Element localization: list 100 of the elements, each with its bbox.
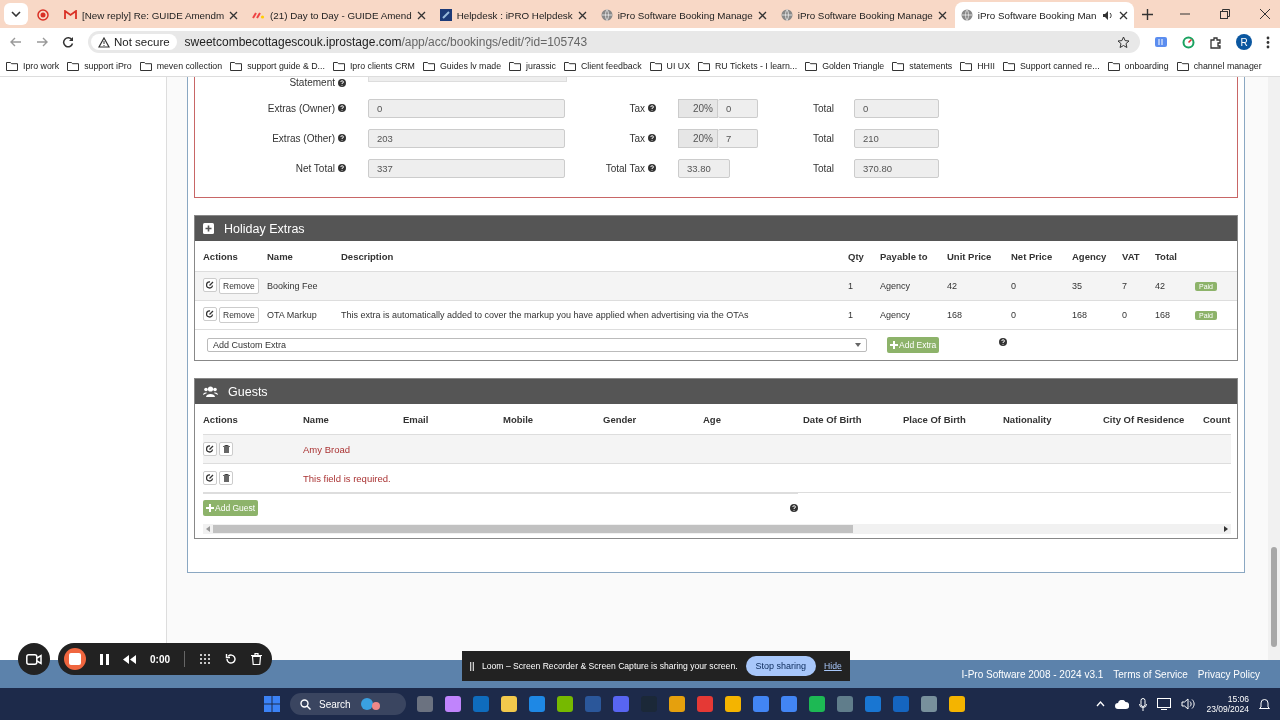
browser-tab[interactable]: iPro Software Booking Manage [774,2,953,28]
help-icon[interactable] [648,134,656,142]
close-icon[interactable] [757,10,767,20]
app-icon[interactable] [556,695,574,713]
hide-link[interactable]: Hide [824,661,842,671]
app-icon[interactable] [500,695,518,713]
bookmark-folder[interactable]: support iPro [67,61,132,71]
total-field[interactable]: 0 [854,98,939,118]
bookmark-folder[interactable]: Ipro clients CRM [332,61,415,71]
speaker-icon[interactable] [1101,9,1114,21]
close-icon[interactable] [1118,10,1128,20]
bookmark-folder[interactable]: Client feedback [563,61,642,71]
vertical-scrollbar[interactable] [1268,77,1280,660]
bookmark-folder[interactable]: support guide & D... [230,61,325,71]
bookmark-folder[interactable]: jurassic [509,61,556,71]
restart-icon[interactable] [225,653,237,665]
help-icon[interactable] [648,164,656,172]
reload-icon[interactable] [62,36,74,48]
profile-avatar[interactable]: R [1236,34,1252,50]
users-icon[interactable] [203,386,218,397]
monitor-icon[interactable] [1157,698,1172,710]
browser-tab[interactable]: iPro Software Booking Manage [594,2,773,28]
close-icon[interactable] [1260,9,1270,19]
help-icon[interactable] [338,164,346,172]
tax-field[interactable]: 33.80 [678,158,730,178]
chevron-icon[interactable] [1096,701,1106,707]
pause-icon[interactable] [100,653,109,665]
app-icon[interactable] [444,695,462,713]
bookmark-folder[interactable]: HHII [960,61,995,71]
bookmark-folder[interactable]: meven collection [139,61,223,71]
bookmark-folder[interactable]: statements [892,61,953,71]
taskbar-search[interactable]: Search [290,693,406,715]
help-icon[interactable] [338,134,346,142]
puzzle-icon[interactable] [1209,35,1222,49]
bookmark-folder[interactable]: UI UX [649,61,690,71]
drag-handle-icon[interactable] [470,661,474,671]
gauge-icon[interactable] [1182,35,1195,49]
menu-icon[interactable] [1266,35,1270,49]
new-tab-icon[interactable] [1141,9,1153,20]
camera-button[interactable] [18,643,50,675]
bell-icon[interactable] [1259,698,1270,710]
bookmark-folder[interactable]: onboarding [1107,61,1169,71]
address-bar[interactable]: Not secure sweetcombecottagescouk.iprostage.com/app/acc/bookings/edit/?id=105743 [88,31,1140,53]
close-icon[interactable] [937,10,947,20]
app-icon[interactable] [920,695,938,713]
cloud-icon[interactable] [1115,699,1130,709]
footer-link[interactable]: Terms of Service [1113,668,1188,680]
total-field[interactable]: 370.80 [854,158,939,178]
app-icon[interactable] [752,695,770,713]
help-icon[interactable] [338,104,346,112]
edit-button[interactable] [203,442,217,456]
forward-icon[interactable] [36,36,48,48]
close-icon[interactable] [416,10,426,20]
right-arrow-icon[interactable] [1224,526,1228,532]
edit-button[interactable] [203,307,217,321]
security-chip[interactable]: Not secure [91,34,177,50]
bookmark-folder[interactable]: Golden Triangle [805,61,885,71]
delete-button[interactable] [219,442,233,456]
app-icon[interactable] [668,695,686,713]
back-icon[interactable] [10,36,22,48]
extension-icon[interactable] [1154,36,1168,48]
browser-tab[interactable]: Helpdesk : iPRO Helpdesk [433,2,593,28]
bookmark-folder[interactable]: Ipro work [6,61,60,71]
tax-field[interactable]: 0 [718,98,758,118]
plus-square-icon[interactable] [203,223,214,234]
edit-button[interactable] [203,471,217,485]
remove-button[interactable]: Remove [219,278,259,294]
remove-button[interactable]: Remove [219,307,259,323]
horizontal-scrollbar[interactable] [203,524,1231,534]
stop-recording-button[interactable] [64,648,86,670]
amount-field[interactable]: 203 [368,128,565,148]
browser-tab[interactable]: iPro Software Booking Man [954,2,1134,28]
help-icon[interactable] [338,78,346,87]
app-icon[interactable] [528,695,546,713]
app-icon[interactable] [724,695,742,713]
speaker-icon[interactable] [1181,698,1197,710]
footer-link[interactable]: Privacy Policy [1197,668,1260,680]
delete-button[interactable] [219,471,233,485]
custom-extra-dropdown[interactable]: Add Custom Extra [207,338,867,352]
bookmark-star-icon[interactable] [1117,35,1130,49]
tab-search-button[interactable] [4,3,28,25]
app-icon[interactable] [808,695,826,713]
close-icon[interactable] [229,10,239,20]
grid-dots-icon[interactable] [199,653,211,665]
help-icon[interactable] [999,338,1008,346]
bookmark-folder[interactable]: Guides lv made [422,61,502,71]
restore-icon[interactable] [1220,9,1230,19]
browser-tab[interactable]: [New reply] Re: GUIDE Amendm [58,2,245,28]
tax-field[interactable]: 7 [718,128,758,148]
statement-field[interactable] [368,77,567,82]
help-icon[interactable] [648,104,656,112]
trash-icon[interactable] [251,653,262,665]
rewind-icon[interactable] [123,654,136,664]
bookmark-folder[interactable]: RU Tickets - I learn... [698,61,798,71]
edit-button[interactable] [203,278,217,292]
microphone-icon[interactable] [1139,697,1148,711]
stop-sharing-button[interactable]: Stop sharing [745,656,817,676]
browser-tab[interactable]: (21) Day to Day - GUIDE Amend [246,2,432,28]
close-icon[interactable] [577,10,587,20]
bookmark-folder[interactable]: channel manager [1176,61,1262,71]
